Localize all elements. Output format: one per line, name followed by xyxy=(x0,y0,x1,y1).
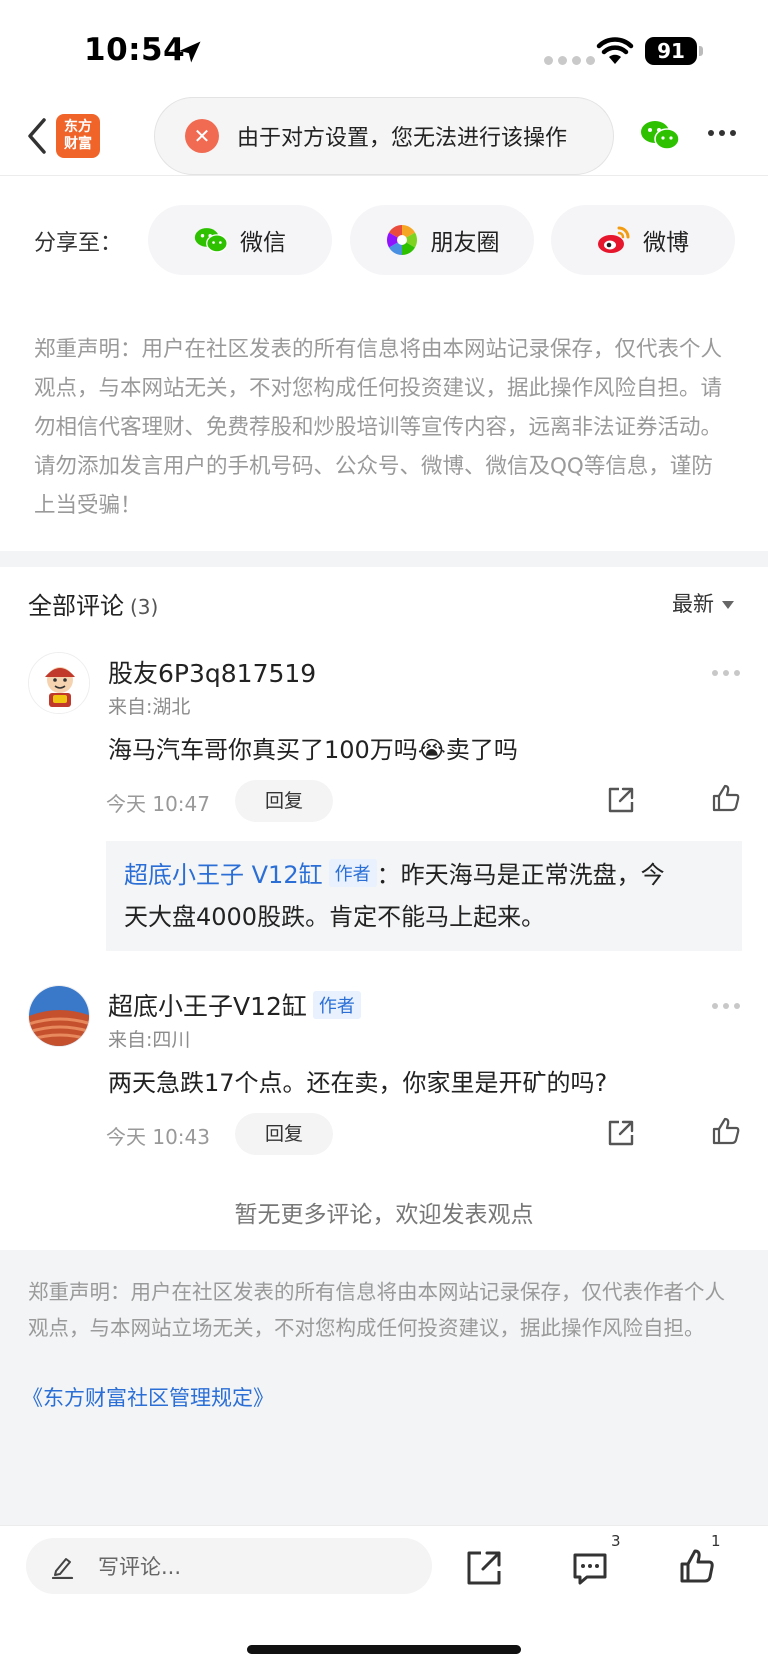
reply-line-1: 超底小王子 V12缸 作者 ：昨天海马是正常洗盘，今 xyxy=(124,855,665,890)
share-icon[interactable] xyxy=(605,1117,637,1149)
disclaimer-top: 郑重声明：用户在社区发表的所有信息将由本网站记录保存，仅代表个人观点，与本网站无… xyxy=(34,337,723,518)
share-weibo-label: 微博 xyxy=(643,230,689,256)
battery-indicator: 91 xyxy=(645,37,697,65)
comment-time: 今天 10:43 xyxy=(106,1125,210,1149)
comments-title: 全部评论 (3) xyxy=(28,586,158,621)
back-arrow-icon[interactable] xyxy=(24,116,50,156)
sort-dropdown[interactable]: 最新 xyxy=(672,588,734,618)
share-moments-button[interactable]: 朋友圈 xyxy=(350,205,534,275)
comments-count: (3) xyxy=(130,595,159,619)
like-count-badge: 1 xyxy=(711,1532,721,1550)
comment-text: 海马汽车哥你真买了100万吗😭卖了吗 xyxy=(108,736,518,764)
section-divider xyxy=(0,551,768,567)
caret-down-icon xyxy=(722,601,734,609)
comment-input-placeholder: 写评论... xyxy=(98,1555,182,1579)
sort-label: 最新 xyxy=(672,592,714,616)
pencil-icon xyxy=(51,1558,74,1579)
disclaimer-bottom: 郑重声明：用户在社区发表的所有信息将由本网站记录保存，仅代表作者个人观点，与本网… xyxy=(28,1280,725,1340)
wifi-icon xyxy=(596,37,634,64)
app-logo[interactable]: 东方 财富 xyxy=(56,114,100,158)
comment-time: 今天 10:47 xyxy=(106,792,210,816)
share-label: 分享至： xyxy=(34,231,123,256)
share-moments-label: 朋友圈 xyxy=(430,230,500,256)
comment-input[interactable]: 写评论... xyxy=(26,1538,432,1594)
reply-text-2: 天大盘4000股跌。肯定不能马上起来。 xyxy=(124,903,546,931)
like-icon[interactable] xyxy=(677,1546,717,1586)
share-icon[interactable] xyxy=(464,1548,504,1588)
comment-more-icon[interactable] xyxy=(712,670,740,676)
comment-count-badge: 3 xyxy=(611,1532,621,1550)
comment-author-name: 超底小王子V12缸 xyxy=(108,992,307,1021)
community-rules-link[interactable]: 《东方财富社区管理规定》 xyxy=(22,1382,274,1412)
wechat-icon xyxy=(194,228,228,253)
share-wechat-button[interactable]: 微信 xyxy=(148,205,332,275)
cellular-signal-icon xyxy=(544,56,595,65)
status-bar: 10:54 91 xyxy=(0,0,768,100)
cartoon-avatar-icon xyxy=(29,653,89,713)
no-more-comments: 暂无更多评论，欢迎发表观点 xyxy=(234,1202,534,1228)
weibo-icon xyxy=(598,226,630,253)
error-icon: ✕ xyxy=(185,119,219,153)
landscape-avatar-icon xyxy=(29,986,89,1046)
nav-bar: 东方 财富 ✕ 由于对方设置，您无法进行该操作 xyxy=(0,96,768,176)
comment-author[interactable]: 超底小王子V12缸 作者 xyxy=(108,987,361,1023)
comment-item: 股友6P3q817519 来自:湖北 海马汽车哥你真买了100万吗😭卖了吗 今天… xyxy=(0,652,768,952)
comment-icon[interactable] xyxy=(570,1548,610,1588)
reply-button[interactable]: 回复 xyxy=(235,1113,333,1155)
like-icon[interactable] xyxy=(710,1115,742,1147)
footer-disclaimer-area: 郑重声明：用户在社区发表的所有信息将由本网站记录保存，仅代表作者个人观点，与本网… xyxy=(0,1250,768,1525)
logo-line-1: 东方 xyxy=(64,119,92,135)
moments-icon xyxy=(386,225,417,255)
toast-message: ✕ 由于对方设置，您无法进行该操作 xyxy=(154,97,614,175)
bottom-toolbar: 写评论... 3 1 xyxy=(0,1525,768,1665)
share-icon[interactable] xyxy=(605,784,637,816)
comment-author[interactable]: 股友6P3q817519 xyxy=(108,654,316,690)
author-tag: 作者 xyxy=(312,991,361,1019)
avatar[interactable] xyxy=(28,985,90,1047)
share-wechat-label: 微信 xyxy=(240,230,286,256)
reply-text-1: ：昨天海马是正常洗盘，今 xyxy=(376,861,665,889)
avatar[interactable] xyxy=(28,652,90,714)
comments-title-text: 全部评论 xyxy=(28,592,124,620)
reply-button[interactable]: 回复 xyxy=(235,780,333,822)
logo-line-2: 财富 xyxy=(64,136,92,152)
share-row: 分享至： 微信 朋友圈 微博 xyxy=(0,205,768,275)
comment-location: 来自:四川 xyxy=(108,1029,191,1051)
author-tag: 作者 xyxy=(328,859,377,887)
like-icon[interactable] xyxy=(710,782,742,814)
comment-item: 超底小王子V12缸 作者 来自:四川 两天急跌17个点。还在卖，你家里是开矿的吗?… xyxy=(0,985,768,1165)
more-options-icon[interactable] xyxy=(708,130,738,138)
wechat-icon[interactable] xyxy=(640,118,680,152)
comment-more-icon[interactable] xyxy=(712,1003,740,1009)
status-time: 10:54 xyxy=(84,32,186,68)
share-weibo-button[interactable]: 微博 xyxy=(551,205,735,275)
reply-author[interactable]: 超底小王子 V12缸 xyxy=(124,861,323,889)
battery-tip xyxy=(699,46,703,56)
location-arrow-icon xyxy=(179,41,201,63)
reply-quote[interactable]: 超底小王子 V12缸 作者 ：昨天海马是正常洗盘，今 天大盘4000股跌。肯定不能马… xyxy=(106,841,742,951)
home-indicator xyxy=(247,1645,521,1654)
toast-text: 由于对方设置，您无法进行该操作 xyxy=(237,126,568,151)
comment-text: 两天急跌17个点。还在卖，你家里是开矿的吗? xyxy=(108,1069,608,1097)
comment-location: 来自:湖北 xyxy=(108,696,191,718)
